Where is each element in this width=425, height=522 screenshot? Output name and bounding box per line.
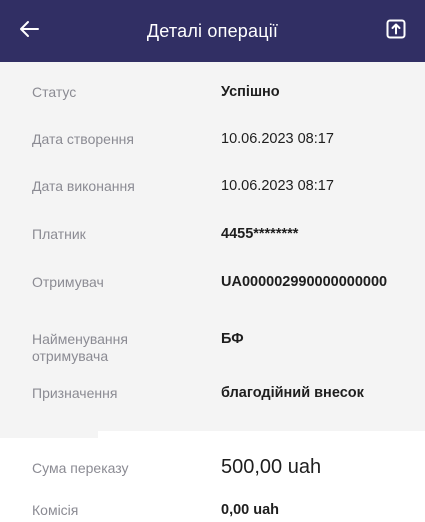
amount-value: 500,00 uah: [221, 456, 322, 478]
share-button[interactable]: [381, 14, 411, 44]
created-date-value: 10.06.2023 08:17: [221, 131, 334, 147]
recipient-name-label: Найменування отримувача: [32, 331, 128, 364]
status-value: Успішно: [221, 84, 280, 100]
purpose-value: благодійний внесок: [221, 385, 364, 401]
details-section: Статус Успішно Дата створення 10.06.2023…: [0, 62, 425, 431]
recipient-name-value: БФ: [221, 331, 244, 347]
back-button[interactable]: [14, 14, 44, 44]
section-divider-tab: [0, 424, 98, 438]
share-upload-icon: [386, 19, 406, 39]
arrow-left-icon: [20, 21, 39, 37]
amount-label: Сума переказу: [32, 460, 129, 476]
operation-details-screen: Деталі операції Статус Успішно Дата ство…: [0, 0, 425, 522]
summary-section: Сума переказу 500,00 uah Комісія 0,00 ua…: [0, 438, 425, 522]
fee-value: 0,00 uah: [221, 502, 280, 518]
purpose-label: Призначення: [32, 385, 118, 401]
payer-label: Платник: [32, 226, 86, 242]
recipient-label: Отримувач: [32, 274, 104, 290]
executed-date-label: Дата виконання: [32, 178, 135, 194]
fee-label: Комісія: [32, 502, 79, 518]
payer-value: 4455********: [221, 226, 299, 242]
executed-date-value: 10.06.2023 08:17: [221, 178, 334, 194]
header-bar: Деталі операції: [0, 0, 425, 62]
recipient-value: UA000002990000000000: [221, 274, 388, 290]
created-date-label: Дата створення: [32, 131, 134, 147]
page-title: Деталі операції: [146, 20, 279, 41]
status-label: Статус: [32, 84, 77, 100]
